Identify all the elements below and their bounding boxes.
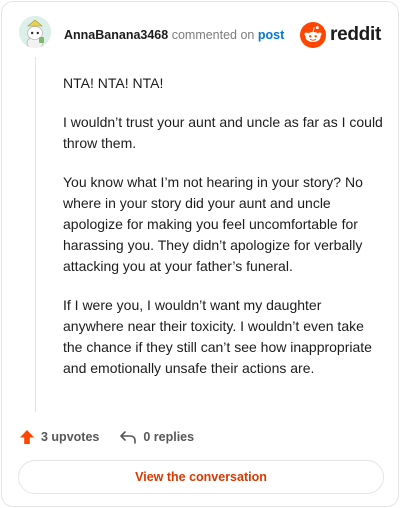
comment-header: AnnaBanana3468 commented on post reddit (2, 2, 398, 66)
reply-arrow-icon (120, 431, 137, 444)
author-username[interactable]: AnnaBanana3468 (64, 28, 168, 42)
comment-paragraph: If I were you, I wouldn’t want my daught… (63, 297, 372, 376)
comment-meta: AnnaBanana3468 commented on post (64, 27, 284, 43)
reddit-snoo-icon (300, 22, 327, 48)
comment-footer: 3 upvotes 0 replies (19, 426, 214, 448)
snoo-avatar-icon (19, 16, 51, 48)
comment-paragraph: You know what I’m not hearing in your st… (63, 174, 363, 274)
reddit-wordmark: reddit (330, 24, 381, 45)
comment-paragraph: NTA! NTA! NTA! (63, 75, 164, 91)
user-avatar[interactable] (19, 16, 51, 48)
upvote-count[interactable]: 3 upvotes (19, 429, 99, 445)
reply-label: 0 replies (143, 430, 195, 444)
upvote-label: 3 upvotes (41, 430, 100, 444)
view-conversation-button[interactable]: View the conversation (18, 460, 384, 494)
comment-embed-card: AnnaBanana3468 commented on post reddit … (1, 1, 399, 507)
reply-count[interactable]: 0 replies (119, 429, 194, 445)
post-link[interactable]: post (258, 28, 284, 42)
reddit-logo[interactable]: reddit (300, 21, 381, 49)
thread-line (35, 57, 36, 412)
action-text: commented on (171, 28, 255, 42)
arrow-up-icon (20, 430, 34, 444)
comment-paragraph: I wouldn’t trust your aunt and uncle as … (63, 114, 383, 151)
comment-body: NTA! NTA! NTA! I wouldn’t trust your aun… (63, 73, 383, 397)
